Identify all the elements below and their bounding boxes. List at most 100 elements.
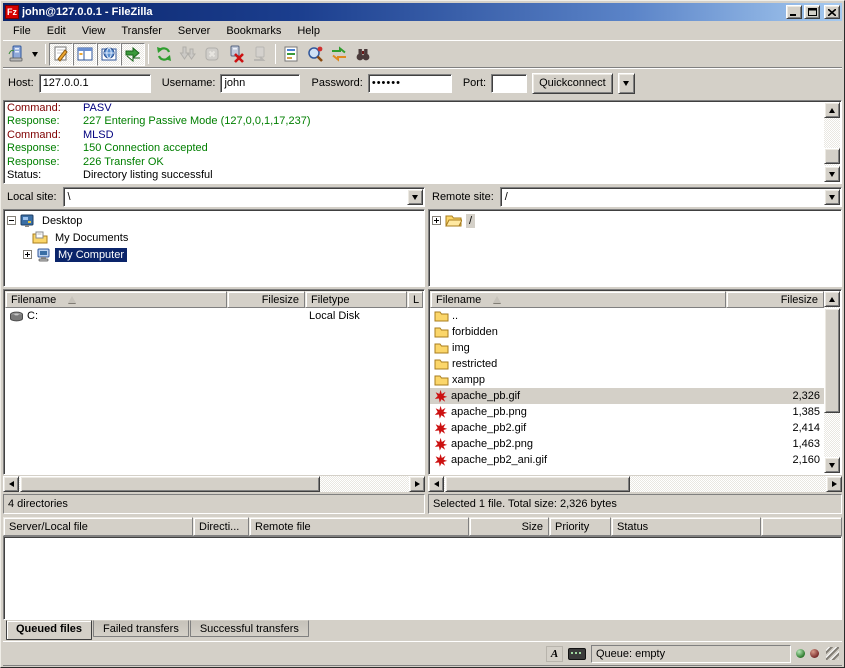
remote-file-list[interactable]: Filename Filesize .. forbidden img xyxy=(428,289,842,475)
column-priority[interactable]: Priority xyxy=(549,517,611,536)
local-tree[interactable]: Desktop My Documents My Computer xyxy=(3,209,425,287)
quickconnect-bar: Host: Username: Password: Port: Quickcon… xyxy=(3,67,842,98)
tree-item-desktop[interactable]: Desktop xyxy=(5,212,423,229)
scroll-thumb[interactable] xyxy=(445,476,630,492)
tree-item-my-computer[interactable]: My Computer xyxy=(5,246,423,263)
remote-tree[interactable]: / xyxy=(428,209,842,287)
menu-file[interactable]: File xyxy=(5,23,39,39)
site-manager-button[interactable] xyxy=(4,43,28,66)
synchronized-browsing-button[interactable] xyxy=(327,43,351,66)
expand-icon[interactable] xyxy=(23,250,32,259)
remote-tree-icon xyxy=(100,45,118,63)
speed-limits-icon[interactable] xyxy=(568,648,586,660)
toggle-local-tree-button[interactable] xyxy=(73,43,97,66)
menu-server[interactable]: Server xyxy=(170,23,218,39)
queue-list[interactable] xyxy=(3,536,842,620)
folder-row[interactable]: restricted xyxy=(430,356,824,372)
tree-label-selected: / xyxy=(466,214,475,228)
menu-bookmarks[interactable]: Bookmarks xyxy=(218,23,289,39)
file-row[interactable]: apache_pb2.png 1,463 xyxy=(430,436,824,452)
find-files-button[interactable] xyxy=(351,43,375,66)
username-input[interactable] xyxy=(220,74,300,93)
site-manager-dropdown[interactable] xyxy=(28,43,42,66)
column-filename[interactable]: Filename xyxy=(5,291,227,308)
message-log[interactable]: Command:PASV Response:227 Entering Passi… xyxy=(3,100,842,184)
folder-row[interactable]: img xyxy=(430,340,824,356)
local-hscrollbar[interactable] xyxy=(3,476,425,492)
resize-grip[interactable] xyxy=(826,647,839,660)
password-input[interactable] xyxy=(368,74,452,93)
column-filetype[interactable]: Filetype xyxy=(305,291,407,308)
drive-row[interactable]: C: Local Disk xyxy=(5,308,423,324)
column-remote-file[interactable]: Remote file xyxy=(249,517,469,536)
folder-row[interactable]: .. xyxy=(430,308,824,324)
column-filler xyxy=(761,517,842,536)
queue-status: Queue: empty xyxy=(591,645,791,663)
scroll-right-button[interactable] xyxy=(409,476,425,492)
scroll-down-button[interactable] xyxy=(824,457,840,473)
column-last-modified[interactable]: L xyxy=(407,291,423,308)
folder-icon xyxy=(434,326,449,338)
menu-help[interactable]: Help xyxy=(289,23,328,39)
folder-row[interactable]: forbidden xyxy=(430,324,824,340)
compare-icon xyxy=(306,45,324,63)
column-server-local-file[interactable]: Server/Local file xyxy=(3,517,193,536)
toggle-message-log-button[interactable] xyxy=(49,43,73,66)
menu-view[interactable]: View xyxy=(74,23,114,39)
port-input[interactable] xyxy=(491,74,527,93)
local-site-combo[interactable]: \ xyxy=(63,187,425,207)
log-entry: Response:227 Entering Passive Mode (127,… xyxy=(7,115,823,128)
menu-transfer[interactable]: Transfer xyxy=(113,23,170,39)
remote-vscrollbar[interactable] xyxy=(824,291,840,473)
column-filesize[interactable]: Filesize xyxy=(227,291,305,308)
transfer-type-icon[interactable]: A xyxy=(546,646,563,662)
tab-failed-transfers[interactable]: Failed transfers xyxy=(93,620,189,637)
menu-edit[interactable]: Edit xyxy=(39,23,74,39)
log-scrollbar[interactable] xyxy=(824,102,840,182)
remote-site-dropdown[interactable] xyxy=(824,189,840,205)
file-row[interactable]: apache_pb2_ani.gif 2,160 xyxy=(430,452,824,468)
column-direction[interactable]: Directi... xyxy=(193,517,249,536)
column-filename[interactable]: Filename xyxy=(430,291,726,308)
toggle-remote-tree-button[interactable] xyxy=(97,43,121,66)
tab-queued-files[interactable]: Queued files xyxy=(6,620,92,640)
quickconnect-dropdown[interactable] xyxy=(618,73,635,94)
remote-hscrollbar[interactable] xyxy=(428,476,842,492)
close-button[interactable] xyxy=(824,5,840,19)
file-row[interactable]: apache_pb.png 1,385 xyxy=(430,404,824,420)
toggle-transfer-queue-button[interactable] xyxy=(121,43,145,66)
column-status[interactable]: Status xyxy=(611,517,761,536)
column-size[interactable]: Size xyxy=(469,517,549,536)
folder-row[interactable]: xampp xyxy=(430,372,824,388)
tree-item-root[interactable]: / xyxy=(430,212,840,229)
scroll-left-button[interactable] xyxy=(428,476,444,492)
quickconnect-button[interactable]: Quickconnect xyxy=(532,73,613,94)
filter-button[interactable] xyxy=(279,43,303,66)
minimize-button[interactable] xyxy=(786,5,802,19)
scroll-thumb[interactable] xyxy=(824,148,840,164)
refresh-button[interactable] xyxy=(152,43,176,66)
local-file-list[interactable]: Filename Filesize Filetype L C: Local Di… xyxy=(3,289,425,475)
column-filesize[interactable]: Filesize xyxy=(726,291,824,308)
expand-icon[interactable] xyxy=(432,216,441,225)
scroll-down-button[interactable] xyxy=(824,166,840,182)
collapse-icon[interactable] xyxy=(7,216,16,225)
scroll-thumb[interactable] xyxy=(824,308,840,413)
maximize-button[interactable] xyxy=(804,5,820,19)
disconnect-button[interactable] xyxy=(224,43,248,66)
scroll-thumb[interactable] xyxy=(20,476,320,492)
file-row[interactable]: apache_pb2.gif 2,414 xyxy=(430,420,824,436)
local-site-dropdown[interactable] xyxy=(407,189,423,205)
host-input[interactable] xyxy=(39,74,151,93)
scroll-right-button[interactable] xyxy=(826,476,842,492)
scroll-left-button[interactable] xyxy=(3,476,19,492)
title-bar[interactable]: Fz john@127.0.0.1 - FileZilla xyxy=(3,3,842,21)
directory-comparison-button[interactable] xyxy=(303,43,327,66)
remote-site-combo[interactable]: / xyxy=(500,187,842,207)
file-row-selected[interactable]: apache_pb.gif 2,326 xyxy=(430,388,824,404)
scroll-up-button[interactable] xyxy=(824,102,840,118)
tab-successful-transfers[interactable]: Successful transfers xyxy=(190,620,309,637)
tree-item-my-documents[interactable]: My Documents xyxy=(5,229,423,246)
scroll-up-button[interactable] xyxy=(824,291,840,307)
toolbar-separator xyxy=(45,44,46,64)
